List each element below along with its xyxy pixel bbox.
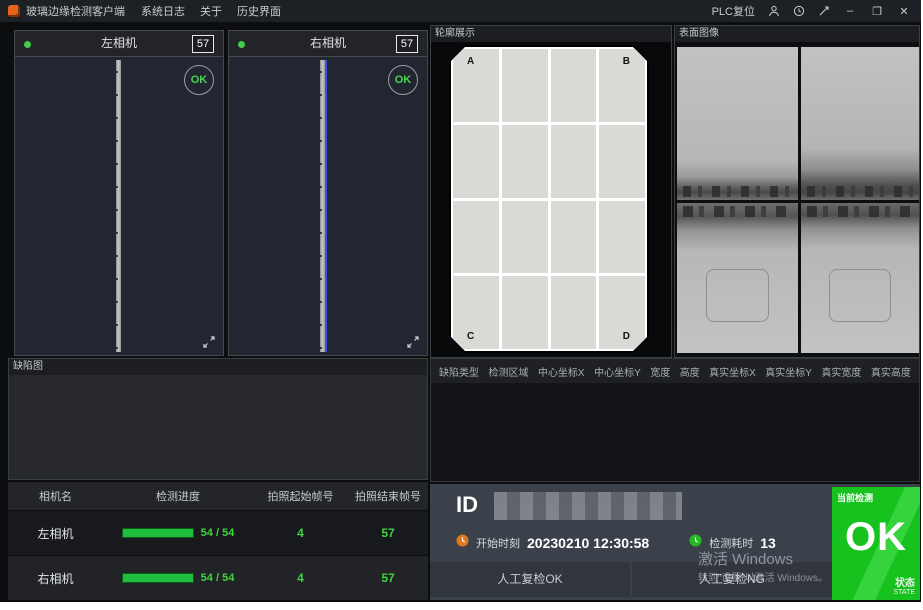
badge-state-en: STATE xyxy=(893,589,915,596)
start-time-label: 开始时刻 xyxy=(476,535,520,551)
title-bar: 玻璃边缘检测客户端 系统日志 关于 历史界面 PLC复位 – ❐ ✕ xyxy=(0,0,921,22)
col-end-frame: 拍照结束帧号 xyxy=(348,488,428,504)
col-center-x: 中心坐标X xyxy=(538,364,585,379)
col-center-y: 中心坐标Y xyxy=(594,364,641,379)
surface-panel-title: 表面图像 xyxy=(675,26,919,42)
left-camera-panel: 左相机 57 OK xyxy=(14,30,224,356)
defect-data-table: 缺陷类型 检测区域 中心坐标X 中心坐标Y 宽度 高度 真实坐标X 真实坐标Y … xyxy=(430,358,920,482)
windows-activation-watermark: 激活 Windows xyxy=(698,548,793,569)
result-panel: ID 开始时刻 20230210 12:30:58 检测耗时 13 人工复检OK… xyxy=(430,484,920,600)
corner-label-b: B xyxy=(623,56,630,67)
start-time-icon xyxy=(456,534,469,552)
defect-table-header: 缺陷类型 检测区域 中心坐标X 中心坐标Y 宽度 高度 真实坐标X 真实坐标Y … xyxy=(431,359,919,383)
col-progress: 检测进度 xyxy=(103,488,253,504)
connection-icon[interactable] xyxy=(818,5,830,17)
start-frame-value: 4 xyxy=(253,526,348,540)
edge-highlight-line xyxy=(325,60,327,352)
id-label: ID xyxy=(456,492,478,518)
menu-system-log[interactable]: 系统日志 xyxy=(141,3,185,19)
left-camera-ok-badge: OK xyxy=(184,65,214,95)
left-camera-image[interactable]: OK xyxy=(15,57,223,355)
glass-outline: A B C D xyxy=(449,45,649,353)
col-real-width: 真实宽度 xyxy=(821,364,861,379)
minimize-button[interactable]: – xyxy=(843,5,857,17)
progress-bar xyxy=(122,528,194,538)
progress-bar xyxy=(122,573,194,583)
defect-image-view[interactable] xyxy=(9,375,427,479)
expand-icon[interactable] xyxy=(407,335,419,347)
surface-images xyxy=(675,42,919,357)
badge-result-value: OK xyxy=(832,515,920,560)
left-camera-frame-counter: 57 xyxy=(192,35,214,53)
status-dot-icon xyxy=(238,41,245,48)
id-value-censored xyxy=(494,492,682,520)
right-camera-panel: 右相机 57 OK xyxy=(228,30,428,356)
col-real-height: 真实高度 xyxy=(871,364,911,379)
badge-current-label: 当前检测 xyxy=(837,491,873,504)
glass-edge-strip xyxy=(116,60,121,352)
contour-grid xyxy=(453,49,645,349)
progress-label: 54 / 54 xyxy=(201,572,235,584)
start-frame-value: 4 xyxy=(253,571,348,585)
menu-about[interactable]: 关于 xyxy=(200,3,222,19)
surface-image-top-right[interactable] xyxy=(801,47,919,200)
end-frame-value: 57 xyxy=(348,526,428,540)
app-logo-icon xyxy=(8,5,20,17)
corner-label-d: D xyxy=(623,331,630,342)
close-button[interactable]: ✕ xyxy=(897,5,911,18)
status-dot-icon xyxy=(24,41,31,48)
table-row: 左相机 54 / 54 4 57 xyxy=(8,511,428,555)
surface-image-bottom-right[interactable] xyxy=(801,203,919,353)
col-detect-region: 检测区域 xyxy=(488,364,528,379)
col-defect-type: 缺陷类型 xyxy=(439,364,479,379)
corner-label-a: A xyxy=(467,56,474,67)
contour-view[interactable]: A B C D xyxy=(431,42,671,357)
windows-activation-watermark-sub: 转到“设置”以激活 Windows。 xyxy=(698,569,828,584)
manual-recheck-ok-button[interactable]: 人工复检OK xyxy=(430,562,630,597)
maximize-button[interactable]: ❐ xyxy=(870,5,884,18)
right-camera-frame-counter: 57 xyxy=(396,35,418,53)
glass-edge-strip xyxy=(320,60,325,352)
defect-table-body[interactable] xyxy=(431,383,919,481)
defect-image-panel-title: 缺陷图 xyxy=(9,359,427,375)
progress-label: 54 / 54 xyxy=(201,527,235,539)
camera-progress-table: 相机名 检测进度 拍照起始帧号 拍照结束帧号 左相机 54 / 54 4 57 … xyxy=(8,482,428,600)
app-title: 玻璃边缘检测客户端 xyxy=(26,3,125,19)
progress-table-header: 相机名 检测进度 拍照起始帧号 拍照结束帧号 xyxy=(8,482,428,510)
contour-panel: 轮廓展示 A B C D xyxy=(430,25,672,358)
col-real-y: 真实坐标Y xyxy=(765,364,812,379)
surface-image-bottom-left[interactable] xyxy=(677,203,798,353)
right-camera-header: 右相机 57 xyxy=(229,31,427,57)
right-camera-image[interactable]: OK xyxy=(229,57,427,355)
col-real-x: 真实坐标X xyxy=(709,364,756,379)
camera-name: 左相机 xyxy=(8,525,103,542)
user-icon[interactable] xyxy=(768,5,780,17)
camera-name: 右相机 xyxy=(8,570,103,587)
expand-icon[interactable] xyxy=(203,335,215,347)
end-frame-value: 57 xyxy=(348,571,428,585)
col-height: 高度 xyxy=(680,364,700,379)
plc-reset-button[interactable]: PLC复位 xyxy=(712,3,755,19)
start-time-value: 20230210 12:30:58 xyxy=(527,535,649,551)
right-camera-ok-badge: OK xyxy=(388,65,418,95)
badge-state-cn: 状态 xyxy=(893,574,915,589)
corner-label-c: C xyxy=(467,331,474,342)
defect-image-panel: 缺陷图 xyxy=(8,358,428,480)
surface-panel: 表面图像 xyxy=(674,25,920,358)
col-width: 宽度 xyxy=(650,364,670,379)
app-window: 玻璃边缘检测客户端 系统日志 关于 历史界面 PLC复位 – ❐ ✕ 左相机 5… xyxy=(0,0,921,602)
clock-icon[interactable] xyxy=(793,5,805,17)
menu-history[interactable]: 历史界面 xyxy=(237,3,281,19)
table-row: 右相机 54 / 54 4 57 xyxy=(8,556,428,600)
result-status-badge: 当前检测 OK 状态 STATE xyxy=(832,487,920,600)
col-camera-name: 相机名 xyxy=(8,488,103,504)
left-camera-header: 左相机 57 xyxy=(15,31,223,57)
surface-image-top-left[interactable] xyxy=(677,47,798,200)
contour-panel-title: 轮廓展示 xyxy=(431,26,671,42)
col-start-frame: 拍照起始帧号 xyxy=(253,488,348,504)
